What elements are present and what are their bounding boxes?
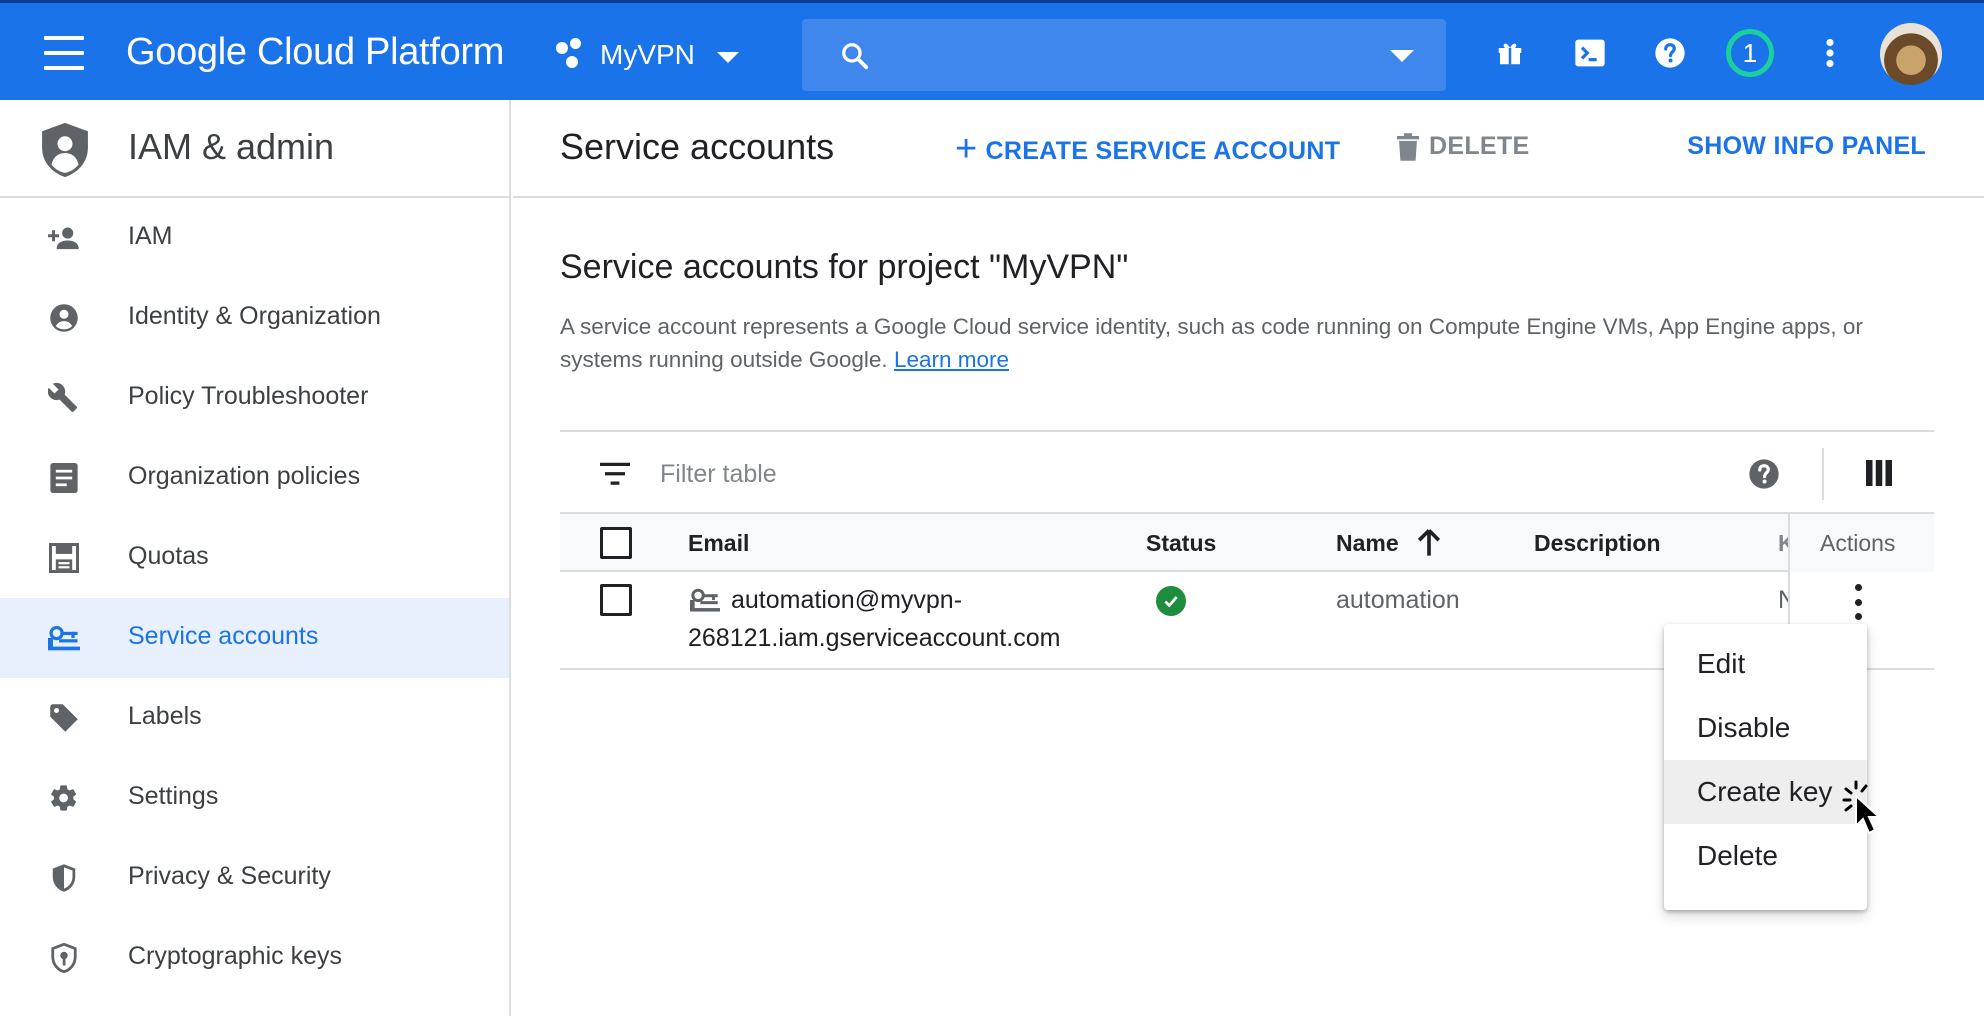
sidebar-item-label: Organization policies <box>128 462 361 490</box>
section-title: Service accounts for project "MyVPN" <box>560 248 1129 286</box>
column-actions: Actions <box>1820 530 1896 556</box>
sidebar-item-privacy-security[interactable]: Privacy & Security <box>0 838 509 918</box>
sidebar-header: IAM & admin <box>0 100 509 198</box>
create-service-account-button[interactable]: + CREATE SERVICE ACCOUNT <box>955 128 1341 171</box>
avatar[interactable] <box>1880 23 1942 85</box>
quota-icon <box>48 542 80 574</box>
actions-column-header: Actions <box>1788 514 1934 572</box>
chevron-down-icon <box>716 51 739 63</box>
sidebar-item-label: Identity & Organization <box>128 302 381 330</box>
learn-more-link[interactable]: Learn more <box>894 347 1009 372</box>
more-vert-icon[interactable] <box>1810 33 1850 73</box>
menu-icon[interactable] <box>44 36 84 70</box>
gear-icon <box>48 782 80 814</box>
sidebar-item-labels[interactable]: Labels <box>0 678 509 758</box>
sidebar-item-policy-troubleshooter[interactable]: Policy Troubleshooter <box>0 358 509 438</box>
sidebar-item-quotas[interactable]: Quotas <box>0 518 509 598</box>
sidebar-item-label: Settings <box>128 782 219 810</box>
service-account-icon <box>690 588 720 612</box>
top-app-bar: Google Cloud Platform MyVPN 1 <box>0 0 1984 100</box>
search-icon <box>842 43 869 70</box>
service-account-icon <box>48 622 80 654</box>
column-name-label: Name <box>1336 530 1399 556</box>
filter-icon[interactable] <box>600 462 630 486</box>
sort-arrow-up-icon <box>1417 528 1440 556</box>
row-checkbox[interactable] <box>600 584 632 616</box>
column-key-partial[interactable]: K <box>1778 530 1788 557</box>
menu-item-create-key[interactable]: Create key <box>1664 760 1867 824</box>
sidebar-item-iam[interactable]: IAM <box>0 198 509 278</box>
account-circle-icon <box>48 302 80 334</box>
project-name: MyVPN <box>600 39 695 70</box>
section-description: A service account represents a Google Cl… <box>560 310 1940 376</box>
divider <box>1822 448 1824 500</box>
cloud-shell-icon[interactable] <box>1570 33 1610 73</box>
key-shield-icon <box>48 942 80 974</box>
column-description[interactable]: Description <box>1534 530 1661 557</box>
more-actions-icon[interactable] <box>1838 582 1878 622</box>
project-dots-icon <box>556 38 586 70</box>
page-header: Service accounts + CREATE SERVICE ACCOUN… <box>513 100 1984 198</box>
sidebar-item-label: Privacy & Security <box>128 862 331 890</box>
description-text: A service account represents a Google Cl… <box>560 314 1863 372</box>
column-email[interactable]: Email <box>688 530 749 557</box>
label-icon <box>48 702 80 734</box>
sidebar: IAM & admin IAM Identity & Organization … <box>0 100 511 1016</box>
menu-item-edit[interactable]: Edit <box>1664 632 1867 696</box>
sidebar-item-cryptographic-keys[interactable]: Cryptographic keys <box>0 918 509 998</box>
search-input[interactable] <box>802 19 1446 91</box>
actions-menu: Edit Disable Create key Delete <box>1664 624 1867 910</box>
column-display-icon[interactable] <box>1866 460 1892 486</box>
email-line-2: 268121.iam.gserviceaccount.com <box>688 624 1061 652</box>
status-enabled-icon <box>1156 586 1186 616</box>
notification-badge[interactable]: 1 <box>1726 29 1774 77</box>
sidebar-item-label: IAM <box>128 222 173 250</box>
delete-label: DELETE <box>1429 132 1530 160</box>
show-info-panel-button[interactable]: SHOW INFO PANEL <box>1687 132 1926 161</box>
delete-button[interactable]: DELETE <box>1397 132 1529 161</box>
app-title[interactable]: Google Cloud Platform <box>126 31 504 74</box>
table-header: Email Status Name Description K Actions <box>560 514 1934 572</box>
project-selector[interactable]: MyVPN <box>556 35 739 75</box>
select-all-checkbox[interactable] <box>600 527 632 559</box>
document-icon <box>48 462 80 494</box>
sidebar-item-label: Labels <box>128 702 202 730</box>
help-icon[interactable] <box>1748 458 1780 490</box>
sidebar-item-label: Quotas <box>128 542 209 570</box>
sidebar-item-identity-organization[interactable]: Identity & Organization <box>0 278 509 358</box>
page-title: Service accounts <box>560 126 835 167</box>
search-dropdown-icon[interactable] <box>1390 50 1414 62</box>
column-name[interactable]: Name <box>1336 528 1441 557</box>
person-add-icon <box>48 222 80 254</box>
sidebar-item-label: Cryptographic keys <box>128 942 342 970</box>
sidebar-item-label: Service accounts <box>128 622 319 650</box>
shield-icon <box>48 862 80 894</box>
plus-icon: + <box>955 128 978 170</box>
mouse-cursor-icon <box>1842 780 1882 835</box>
column-status[interactable]: Status <box>1146 530 1216 557</box>
help-icon[interactable] <box>1650 33 1690 73</box>
filter-bar <box>560 430 1934 514</box>
sidebar-item-settings[interactable]: Settings <box>0 758 509 838</box>
menu-item-delete[interactable]: Delete <box>1664 824 1867 888</box>
sidebar-item-label: Policy Troubleshooter <box>128 382 369 410</box>
sidebar-item-organization-policies[interactable]: Organization policies <box>0 438 509 518</box>
gift-icon[interactable] <box>1490 33 1530 73</box>
filter-table-input[interactable] <box>660 456 1560 492</box>
row-name: automation <box>1336 586 1460 614</box>
menu-item-disable[interactable]: Disable <box>1664 696 1867 760</box>
create-service-account-label: CREATE SERVICE ACCOUNT <box>985 137 1341 165</box>
row-key-partial: N <box>1778 586 1788 614</box>
iam-shield-icon <box>42 122 88 178</box>
trash-icon <box>1397 132 1419 161</box>
sidebar-item-service-accounts[interactable]: Service accounts <box>0 598 509 678</box>
email-line-1: automation@myvpn- <box>731 586 963 614</box>
sidebar-title: IAM & admin <box>128 126 335 167</box>
wrench-icon <box>48 382 80 414</box>
